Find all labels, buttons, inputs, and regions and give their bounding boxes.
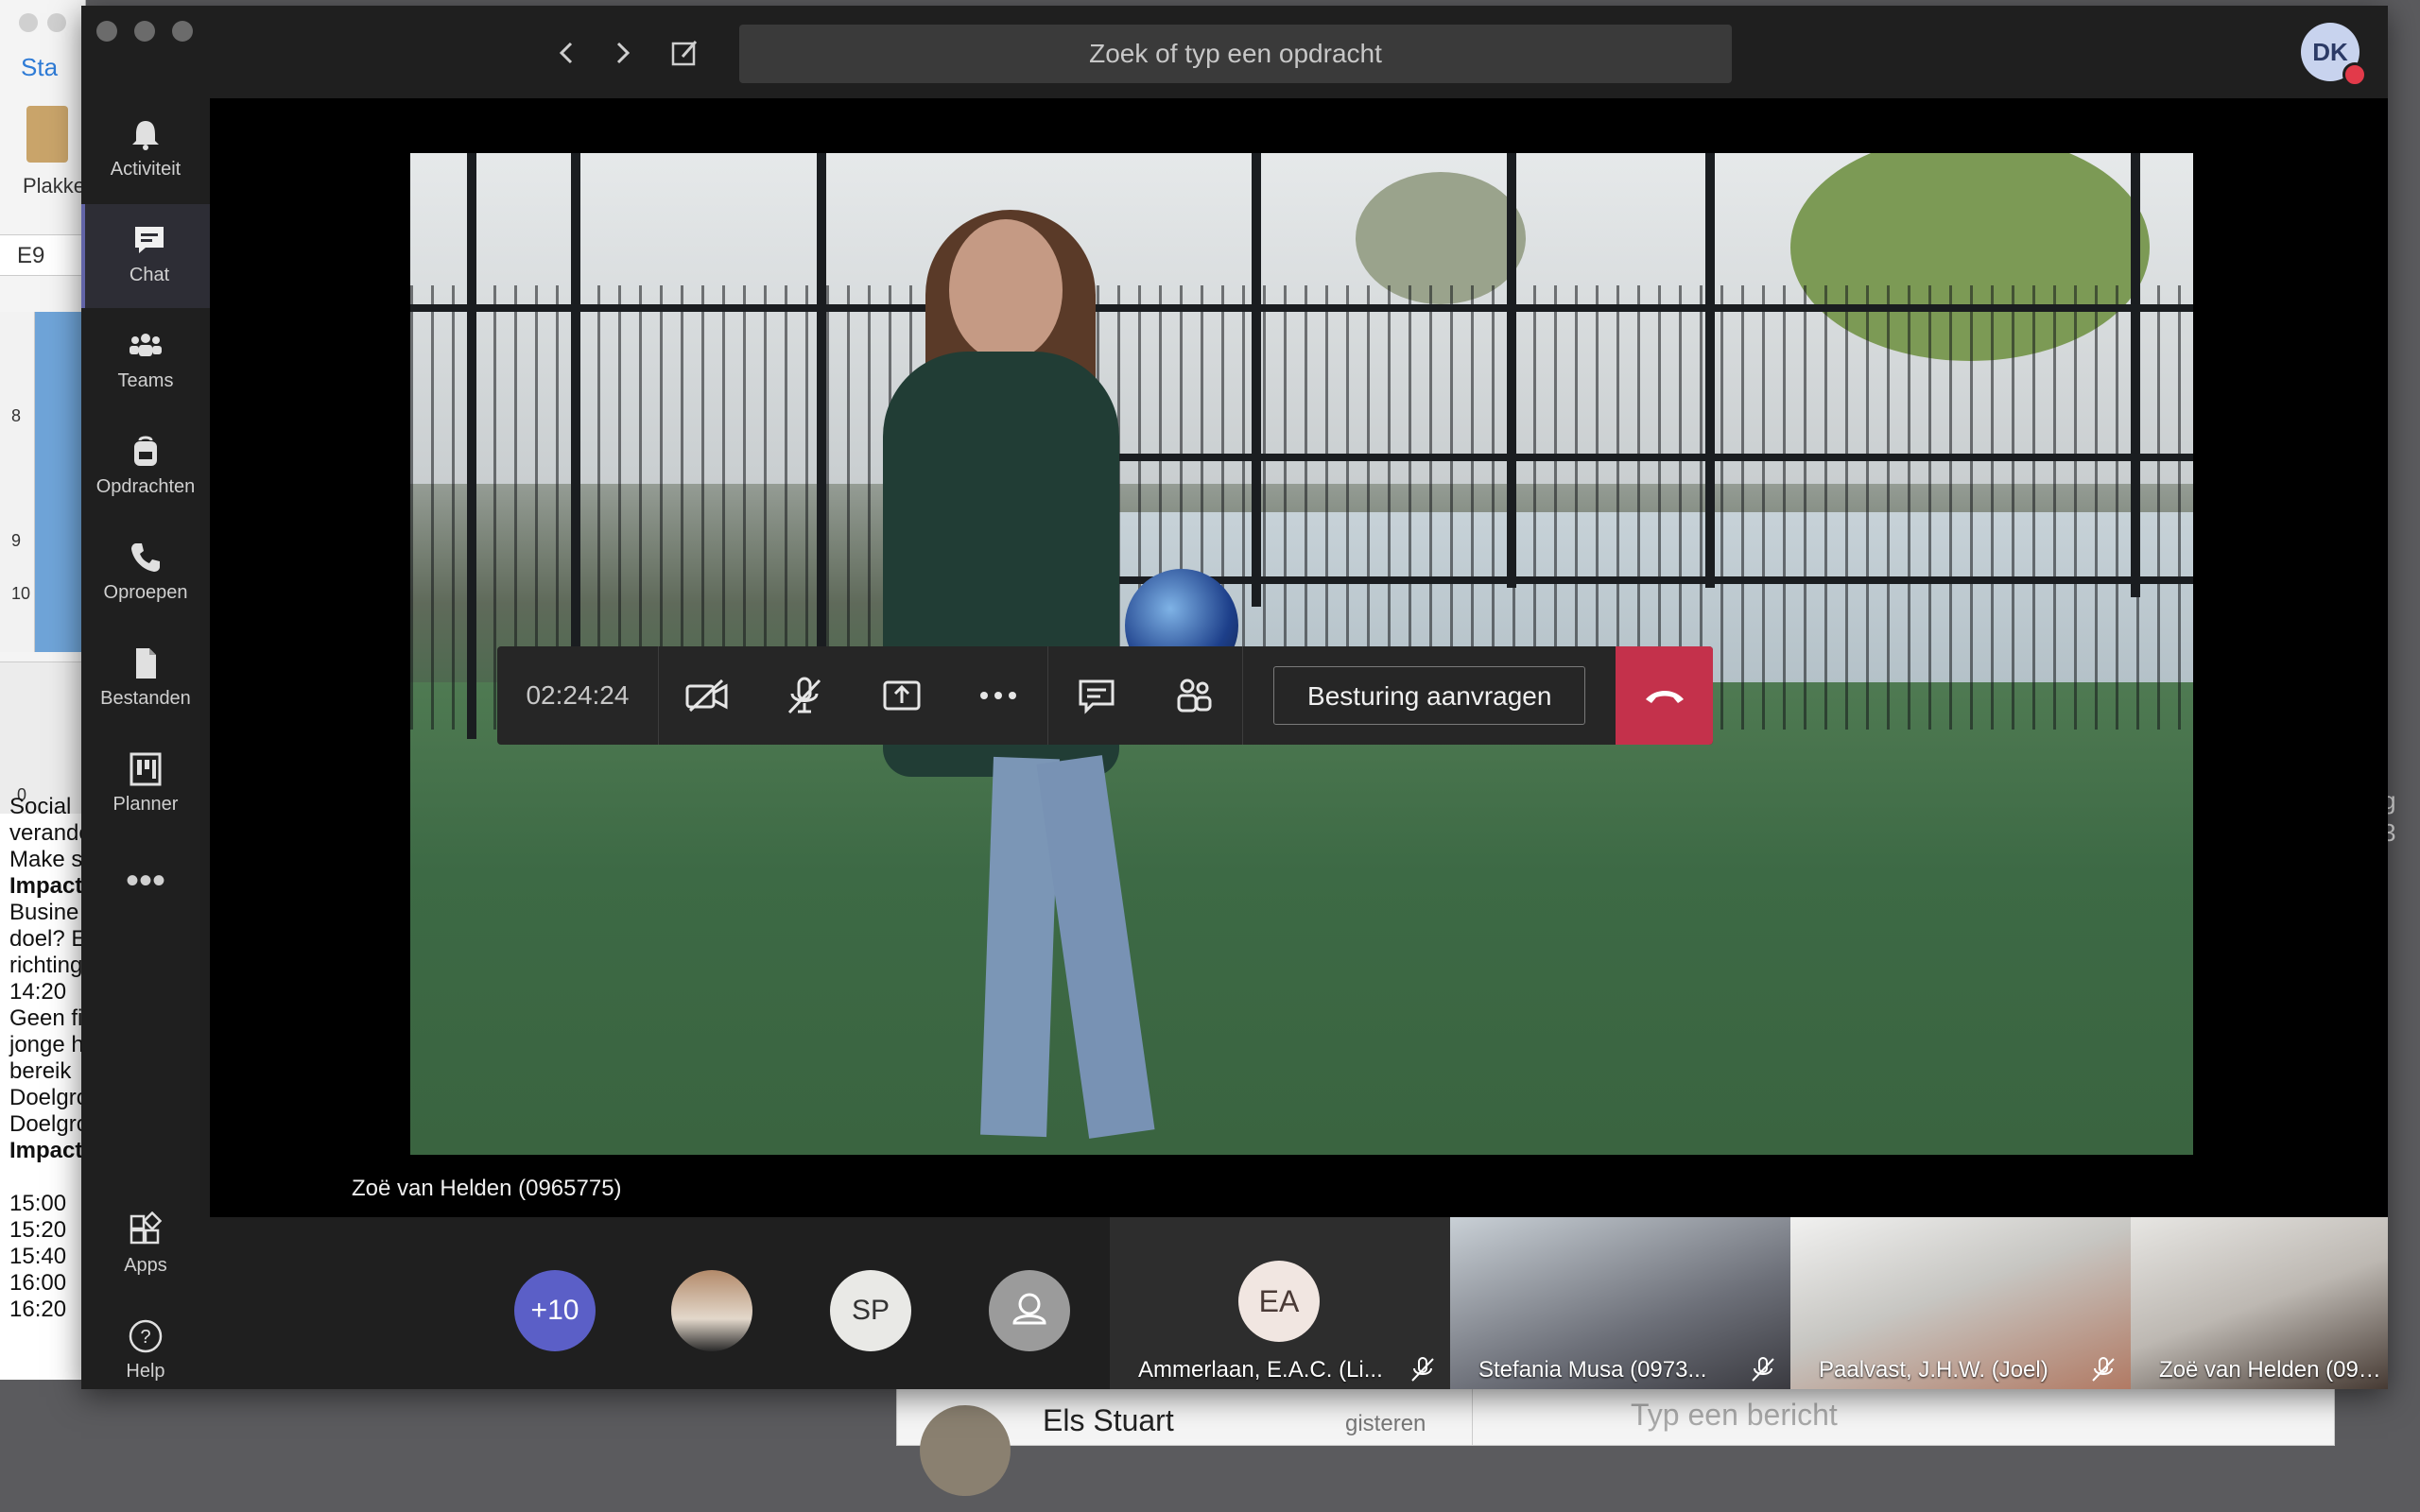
participant-name: Ammerlaan, E.A.C. (Li... (1138, 1357, 1383, 1383)
new-chat-button[interactable] (666, 34, 703, 72)
participant-name: Stefania Musa (0973... (1478, 1357, 1707, 1383)
rail-item-planner[interactable]: Planner (81, 733, 210, 837)
rail-item-help[interactable]: ? Help (81, 1300, 210, 1389)
forward-button[interactable] (603, 34, 641, 72)
request-control-button[interactable]: Besturing aanvragen (1273, 666, 1586, 725)
presence-status-badge (2342, 62, 2367, 87)
participant-tile[interactable]: EA Ammerlaan, E.A.C. (Li... (1110, 1217, 1450, 1389)
ellipsis-icon (980, 692, 1017, 699)
participant-roster: +10 SP EA Ammerlaan, E.A.C. (Li... Stefa… (210, 1217, 2388, 1389)
message-input[interactable]: Typ een bericht (1631, 1398, 1838, 1433)
call-timer: 02:24:24 (526, 680, 630, 710)
call-stage: 02:24:24 Besturing aanvragen Zoë van Hel… (210, 98, 2388, 1217)
background-spreadsheet-window: Sta Plakke E9 8 9 10 0 Social verande Ma… (0, 0, 86, 1380)
compose-icon (671, 41, 698, 66)
participant-name: Zoë van Helden (0965775) (2159, 1357, 2382, 1383)
share-tray-icon (883, 680, 921, 711)
person-icon (1012, 1293, 1046, 1325)
mic-off-icon (787, 677, 821, 714)
background-chat-window: Els Stuart gisteren Typ een bericht (896, 1387, 2335, 1496)
hang-up-icon (1645, 691, 1684, 703)
share-screen-button[interactable] (853, 646, 950, 745)
participant-avatar-ea: EA (1238, 1261, 1320, 1342)
participants-icon (1177, 679, 1212, 713)
rail-item-bestanden[interactable]: Bestanden (81, 627, 210, 731)
mute-toggle-button[interactable] (756, 646, 854, 745)
zoom-window-button[interactable] (172, 21, 193, 42)
participant-tile[interactable]: Zoë van Helden (0965775) (2131, 1217, 2388, 1389)
more-apps-button[interactable]: ••• (81, 860, 210, 902)
rail-item-label: Planner (112, 794, 179, 815)
svg-text:?: ? (140, 1327, 150, 1348)
rail-item-label: Activiteit (110, 159, 182, 180)
clipboard-icon[interactable] (26, 106, 68, 163)
apps-icon (130, 1211, 163, 1245)
backpack-icon (134, 436, 157, 466)
paste-label: Plakke (23, 174, 86, 198)
avatar (920, 1405, 1011, 1496)
more-actions-button[interactable] (950, 646, 1047, 745)
chat-icon (135, 227, 164, 253)
mic-off-icon (1752, 1357, 1774, 1382)
minimize-window-button[interactable] (134, 21, 155, 42)
phone-icon (131, 543, 160, 572)
title-bar: Zoek of typ een opdracht DK (81, 6, 2388, 98)
mic-off-icon (2092, 1357, 2115, 1382)
hang-up-button[interactable] (1616, 646, 1713, 745)
background-window-controls (19, 13, 66, 32)
row-number: 8 (11, 406, 22, 425)
rail-item-label: Help (126, 1361, 165, 1382)
app-rail: Activiteit Chat Teams Opdrachten Oproepe… (81, 98, 214, 1389)
rail-item-label: Teams (117, 370, 174, 391)
planner-icon (130, 752, 162, 786)
chevron-left-icon (559, 42, 573, 64)
avatar[interactable] (671, 1270, 752, 1351)
help-icon: ? (129, 1319, 163, 1353)
spreadsheet-grid[interactable]: 8 9 10 (0, 312, 85, 652)
active-speaker-name: Zoë van Helden (0965775) (352, 1176, 622, 1201)
rail-item-label: Bestanden (100, 688, 191, 709)
rail-item-activiteit[interactable]: Activiteit (81, 98, 210, 202)
window-controls (96, 21, 193, 42)
mic-off-icon (1411, 1357, 1434, 1382)
rail-item-apps[interactable]: Apps (81, 1194, 210, 1298)
participant-avatar-placeholder[interactable] (989, 1270, 1070, 1351)
rail-item-opdrachten[interactable]: Opdrachten (81, 416, 210, 520)
rail-item-label: Apps (124, 1255, 167, 1276)
rail-item-label: Chat (129, 265, 170, 285)
ribbon-tab-start[interactable]: Sta (21, 53, 58, 82)
rail-item-oproepen[interactable]: Oproepen (81, 522, 210, 626)
bell-icon (132, 121, 159, 150)
call-controls: 02:24:24 Besturing aanvragen (497, 646, 1713, 745)
search-input[interactable]: Zoek of typ een opdracht (739, 25, 1732, 83)
chevron-right-icon (616, 42, 631, 64)
file-icon (136, 648, 156, 679)
rail-item-label: Oproepen (103, 582, 188, 603)
chat-timestamp: gisteren (1345, 1411, 1426, 1436)
camera-toggle-button[interactable] (659, 646, 756, 745)
participant-tile[interactable]: Stefania Musa (0973... (1450, 1217, 1790, 1389)
name-box[interactable]: E9 (0, 234, 85, 276)
row-number: 9 (11, 531, 22, 550)
row-number: 10 (11, 584, 31, 603)
rail-item-chat[interactable]: Chat (81, 204, 214, 308)
chat-contact-name[interactable]: Els Stuart (1043, 1403, 1174, 1438)
chat-bubble-icon (1079, 679, 1115, 714)
teams-window: Zoek of typ een opdracht DK Activiteit C… (81, 6, 2388, 1389)
more-participants-button[interactable]: +10 (514, 1270, 596, 1351)
rail-item-teams[interactable]: Teams (81, 310, 210, 414)
rail-item-label: Opdrachten (95, 476, 196, 497)
participant-avatar-sp[interactable]: SP (830, 1270, 911, 1351)
teams-icon (130, 334, 162, 356)
show-conversation-button[interactable] (1048, 646, 1146, 745)
participant-tile[interactable]: Paalvast, J.H.W. (Joel) (1790, 1217, 2131, 1389)
participant-name: Paalvast, J.H.W. (Joel) (1819, 1357, 2048, 1383)
document-text: Social verande Make s Impact Busine doel… (9, 794, 86, 1322)
camera-off-icon (685, 679, 728, 713)
close-window-button[interactable] (96, 21, 117, 42)
show-participants-button[interactable] (1146, 646, 1243, 745)
back-button[interactable] (548, 34, 586, 72)
